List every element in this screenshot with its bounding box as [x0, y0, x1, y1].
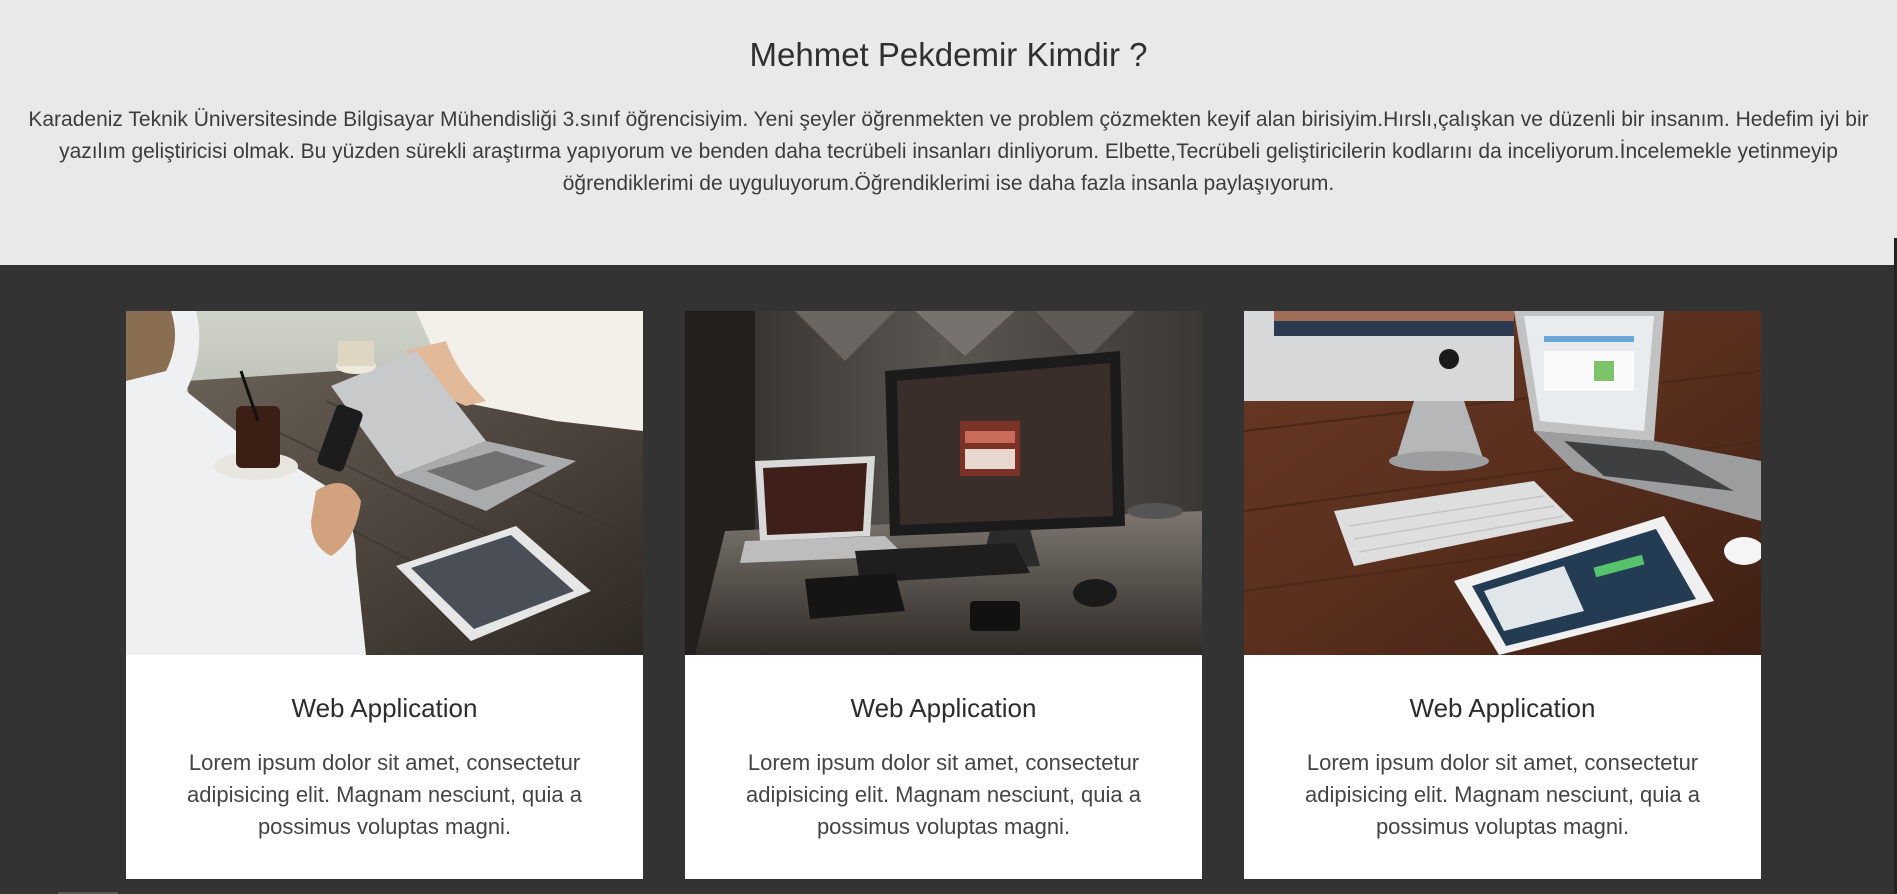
card-title: Web Application: [1409, 693, 1596, 723]
service-card: Web Application Lorem ipsum dolor sit am…: [126, 311, 643, 879]
card-title: Web Application: [291, 693, 478, 723]
card-title: Web Application: [850, 693, 1037, 723]
card-text: Lorem ipsum dolor sit amet, consectetur …: [186, 750, 582, 839]
service-card: Web Application Lorem ipsum dolor sit am…: [1244, 311, 1761, 879]
about-title: Mehmet Pekdemir Kimdir ?: [749, 36, 1148, 73]
card-image-people-laptop: [126, 311, 643, 655]
card-text: Lorem ipsum dolor sit amet, consectetur …: [1304, 750, 1700, 839]
card-image-desk-monitor: [685, 311, 1202, 655]
card-image-apple-devices: [1244, 311, 1761, 655]
services-section: Web Application Lorem ipsum dolor sit am…: [0, 265, 1897, 894]
service-card: Web Application Lorem ipsum dolor sit am…: [685, 311, 1202, 879]
card-text: Lorem ipsum dolor sit amet, consectetur …: [745, 750, 1141, 839]
about-section: Mehmet Pekdemir Kimdir ? Karadeniz Tekni…: [0, 0, 1897, 265]
about-description: Karadeniz Teknik Üniversitesinde Bilgisa…: [28, 108, 1869, 195]
